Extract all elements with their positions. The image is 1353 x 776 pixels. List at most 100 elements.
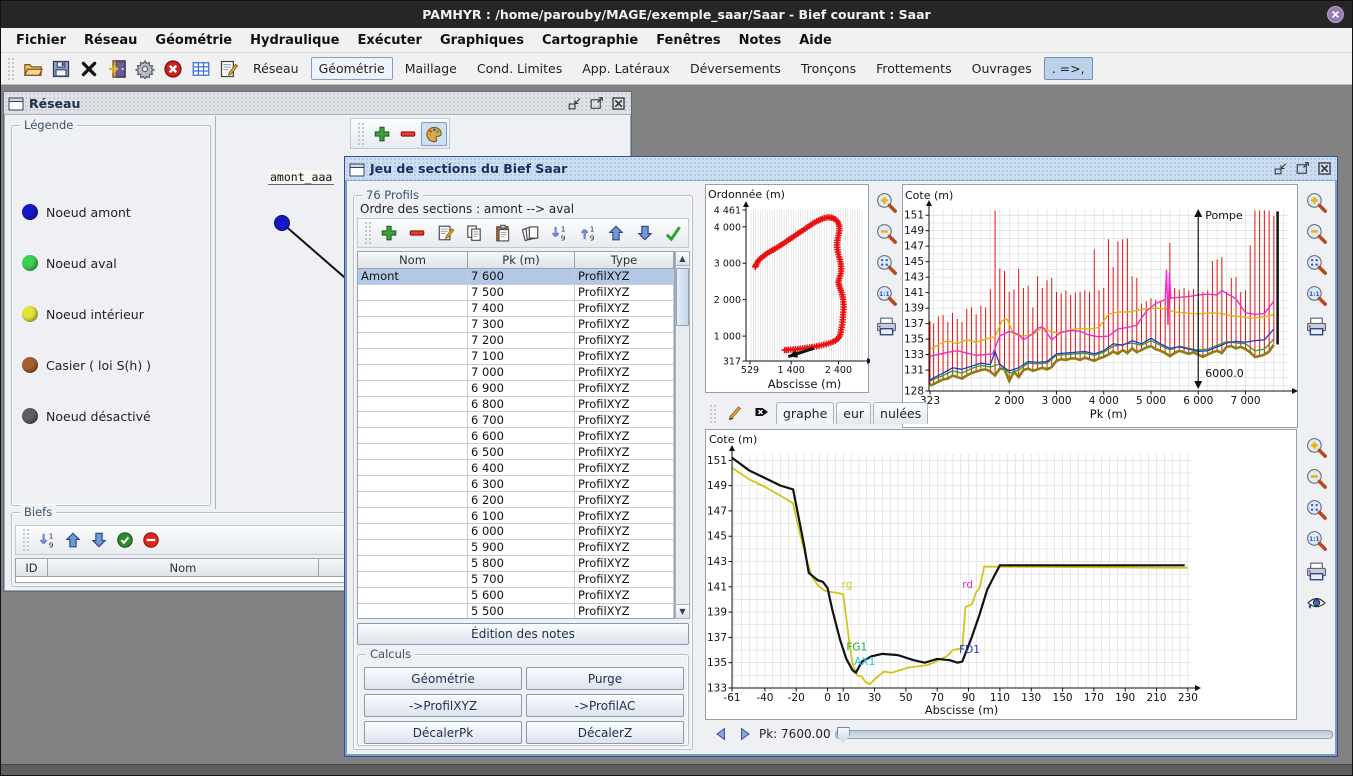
section-cell[interactable] bbox=[358, 333, 468, 349]
previous-profile-icon[interactable] bbox=[711, 723, 731, 745]
zoom-in-icon[interactable] bbox=[871, 189, 901, 215]
section-cell[interactable]: 6 400 bbox=[468, 460, 575, 476]
minimize-icon[interactable] bbox=[566, 95, 583, 112]
open-folder-icon[interactable] bbox=[20, 57, 46, 81]
section-cell[interactable]: ProfilXYZ bbox=[575, 317, 674, 333]
gear-icon[interactable] bbox=[132, 57, 158, 81]
section-cell[interactable]: 6 600 bbox=[468, 428, 575, 444]
section-cell[interactable]: 6 200 bbox=[468, 492, 575, 508]
menu-graphiques[interactable]: Graphiques bbox=[431, 31, 533, 50]
section-cell[interactable]: ProfilXYZ bbox=[575, 492, 674, 508]
minimize-icon[interactable] bbox=[1272, 160, 1289, 177]
section-cell[interactable]: 6 100 bbox=[468, 508, 575, 524]
printer-icon[interactable] bbox=[871, 313, 901, 339]
zoom-1-1-icon[interactable]: 1:1 bbox=[871, 282, 901, 308]
sections-table-header[interactable]: NomPk (m)Type bbox=[357, 251, 675, 269]
section-row[interactable]: 5 900ProfilXYZ bbox=[358, 540, 674, 556]
add-icon[interactable] bbox=[376, 221, 402, 245]
sections-table[interactable]: Amont7 600ProfilXYZ7 500ProfilXYZ7 400Pr… bbox=[357, 269, 675, 619]
section-row[interactable]: 5 500ProfilXYZ bbox=[358, 604, 674, 619]
toolbar-button-geometrie[interactable]: Géométrie bbox=[311, 57, 393, 80]
section-row[interactable]: 5 700ProfilXYZ bbox=[358, 572, 674, 588]
calc-button-profilac[interactable]: ->ProfilAC bbox=[526, 694, 684, 717]
section-cell[interactable]: 5 700 bbox=[468, 572, 575, 588]
reseau-window-titlebar[interactable]: Réseau bbox=[4, 92, 631, 115]
paste-icon[interactable] bbox=[490, 221, 516, 245]
section-cell[interactable]: ProfilXYZ bbox=[575, 269, 674, 285]
menu-reseau[interactable]: Réseau bbox=[75, 31, 146, 50]
sections-table-scrollbar[interactable]: ▲ ▼ bbox=[675, 251, 690, 619]
section-cell[interactable]: ProfilXYZ bbox=[575, 540, 674, 556]
calc-button-decalerz[interactable]: DécalerZ bbox=[526, 721, 684, 744]
edit-notes-button[interactable]: Édition des notes bbox=[357, 623, 689, 645]
section-cell[interactable] bbox=[358, 540, 468, 556]
section-row[interactable]: 6 500ProfilXYZ bbox=[358, 444, 674, 460]
section-row[interactable]: 7 400ProfilXYZ bbox=[358, 301, 674, 317]
toolbar-button-[interactable]: . =>, bbox=[1044, 57, 1093, 80]
toolbar-grip[interactable] bbox=[357, 122, 365, 146]
zoom-out-icon[interactable] bbox=[871, 220, 901, 246]
menu-executer[interactable]: Exécuter bbox=[348, 31, 431, 50]
section-cell[interactable] bbox=[358, 556, 468, 572]
section-cell[interactable]: 6 000 bbox=[468, 524, 575, 540]
window-close-button[interactable] bbox=[1326, 5, 1345, 24]
sort-desc-icon[interactable]: 19 bbox=[34, 528, 60, 552]
menu-notes[interactable]: Notes bbox=[730, 31, 791, 50]
eye-icon[interactable] bbox=[1301, 589, 1331, 615]
zoom-in-icon[interactable] bbox=[1301, 434, 1331, 460]
menu-cartographie[interactable]: Cartographie bbox=[533, 31, 647, 50]
toolbar-grip[interactable] bbox=[364, 221, 372, 245]
grid-table-icon[interactable] bbox=[188, 57, 214, 81]
section-cell[interactable] bbox=[358, 524, 468, 540]
toolbar-button-deversements[interactable]: Déversements bbox=[682, 57, 789, 80]
section-cell[interactable] bbox=[358, 492, 468, 508]
toolbar-button-maillage[interactable]: Maillage bbox=[397, 57, 465, 80]
menu-geometrie[interactable]: Géométrie bbox=[146, 31, 241, 50]
tab-nulees[interactable]: nulées bbox=[873, 402, 928, 424]
calc-button-profilxyz[interactable]: ->ProfilXYZ bbox=[364, 694, 522, 717]
close-icon[interactable] bbox=[1316, 160, 1333, 177]
close-x-icon[interactable] bbox=[76, 57, 102, 81]
pk-slider-thumb[interactable] bbox=[837, 727, 850, 743]
section-cell[interactable] bbox=[358, 381, 468, 397]
section-cell[interactable]: Amont bbox=[358, 269, 468, 285]
section-cell[interactable]: ProfilXYZ bbox=[575, 524, 674, 540]
section-cell[interactable] bbox=[358, 604, 468, 619]
palette-icon[interactable] bbox=[421, 122, 447, 146]
section-row[interactable]: 6 700ProfilXYZ bbox=[358, 412, 674, 428]
section-cell[interactable]: 6 500 bbox=[468, 444, 575, 460]
section-row[interactable]: 6 200ProfilXYZ bbox=[358, 492, 674, 508]
section-cell[interactable] bbox=[358, 285, 468, 301]
zoom-fit-icon[interactable] bbox=[1301, 496, 1331, 522]
section-cell[interactable]: 6 800 bbox=[468, 397, 575, 413]
section-cell[interactable]: 7 500 bbox=[468, 285, 575, 301]
section-row[interactable]: 6 800ProfilXYZ bbox=[358, 397, 674, 413]
section-cell[interactable] bbox=[358, 460, 468, 476]
plan-chart-panel[interactable]: 5291 4002 4003171 0002 0003 0004 0004 46… bbox=[705, 184, 869, 393]
toolbar-grip[interactable] bbox=[7, 57, 15, 81]
section-row[interactable]: 6 300ProfilXYZ bbox=[358, 476, 674, 492]
section-cell[interactable]: ProfilXYZ bbox=[575, 428, 674, 444]
move-up-icon[interactable] bbox=[60, 528, 86, 552]
scroll-down-icon[interactable]: ▼ bbox=[676, 604, 689, 618]
section-row[interactable]: 7 100ProfilXYZ bbox=[358, 349, 674, 365]
section-cell[interactable] bbox=[358, 397, 468, 413]
section-cell[interactable] bbox=[358, 476, 468, 492]
menu-fichier[interactable]: Fichier bbox=[7, 31, 75, 50]
section-cell[interactable]: ProfilXYZ bbox=[575, 460, 674, 476]
printer-icon[interactable] bbox=[1301, 558, 1331, 584]
zoom-1-1-icon[interactable]: 1:1 bbox=[1301, 527, 1331, 553]
section-cell[interactable] bbox=[358, 588, 468, 604]
scroll-up-icon[interactable]: ▲ bbox=[676, 252, 689, 266]
section-cell[interactable]: 7 000 bbox=[468, 365, 575, 381]
section-row[interactable]: 7 300ProfilXYZ bbox=[358, 317, 674, 333]
section-cell[interactable]: ProfilXYZ bbox=[575, 476, 674, 492]
longitudinal-chart-panel[interactable]: Pompe6000.03232 0003 0004 0005 0006 0007… bbox=[902, 184, 1298, 428]
section-cell[interactable]: ProfilXYZ bbox=[575, 381, 674, 397]
toolbar-grip[interactable] bbox=[22, 528, 30, 552]
section-cell[interactable]: 5 900 bbox=[468, 540, 575, 556]
copy-icon[interactable] bbox=[461, 221, 487, 245]
sections-column[interactable]: Type bbox=[575, 252, 674, 268]
edit-note-icon[interactable] bbox=[433, 221, 459, 245]
menu-fenetres[interactable]: Fenêtres bbox=[647, 31, 729, 50]
